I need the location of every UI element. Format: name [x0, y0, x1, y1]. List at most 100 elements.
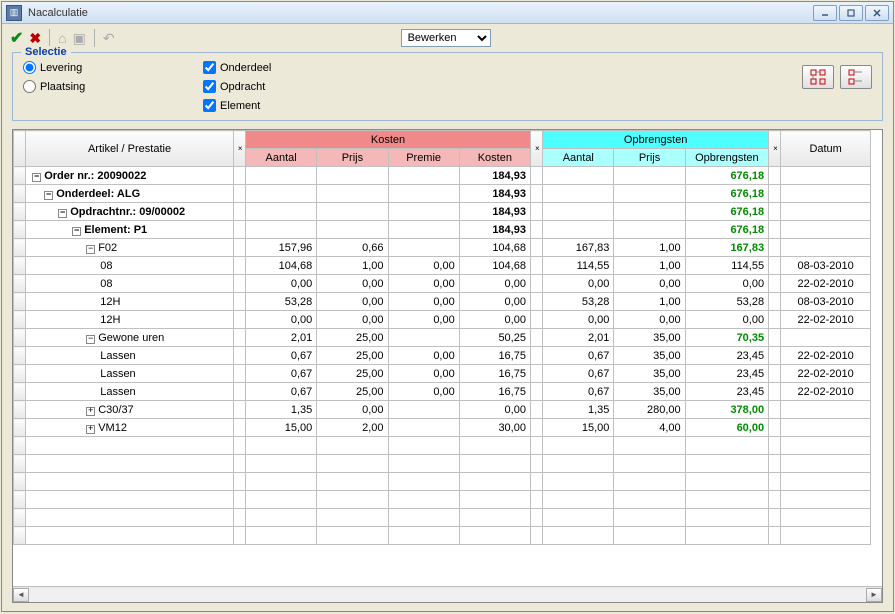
cell-k-kosten[interactable]: 184,93 — [459, 167, 530, 185]
radio-levering[interactable]: Levering — [23, 61, 203, 74]
cell-datum[interactable]: 22-02-2010 — [781, 275, 871, 293]
scroll-right-button[interactable]: ► — [866, 588, 882, 602]
cell-k-prijs[interactable]: 0,00 — [317, 275, 388, 293]
cell-o-opbr[interactable]: 114,55 — [685, 257, 768, 275]
table-row[interactable] — [14, 527, 871, 545]
cell-k-premie[interactable] — [388, 221, 459, 239]
cell-k-kosten[interactable]: 104,68 — [459, 239, 530, 257]
horizontal-scrollbar[interactable]: ◄ ► — [13, 586, 882, 602]
table-row[interactable]: 080,000,000,000,000,000,000,0022-02-2010 — [14, 275, 871, 293]
col-k-premie[interactable]: Premie — [388, 149, 459, 167]
cell-artikel[interactable]: 12H — [26, 311, 234, 329]
table-row[interactable]: Lassen0,6725,000,0016,750,6735,0023,4522… — [14, 365, 871, 383]
cell-k-aantal[interactable]: 0,67 — [246, 347, 317, 365]
cell-k-kosten[interactable]: 184,93 — [459, 221, 530, 239]
cell-o-prijs[interactable]: 35,00 — [614, 383, 685, 401]
cell-o-aantal[interactable] — [543, 185, 614, 203]
row-indicator[interactable] — [14, 401, 26, 419]
cell-o-prijs[interactable] — [614, 167, 685, 185]
col-collapse-3[interactable]: × — [769, 131, 781, 167]
radio-plaatsing[interactable]: Plaatsing — [23, 80, 203, 93]
cell-k-aantal[interactable]: 0,00 — [246, 275, 317, 293]
table-row[interactable]: −Opdrachtnr.: 09/00002184,93676,18 — [14, 203, 871, 221]
cell-k-kosten[interactable]: 16,75 — [459, 347, 530, 365]
grid[interactable]: Artikel / Prestatie × Kosten × Opbrengst… — [12, 129, 883, 603]
col-o-opbr[interactable]: Opbrengsten — [685, 149, 768, 167]
tree-toggle-icon[interactable]: − — [58, 209, 67, 218]
row-indicator[interactable] — [14, 347, 26, 365]
cell-o-opbr[interactable]: 0,00 — [685, 311, 768, 329]
cell-k-prijs[interactable] — [317, 185, 388, 203]
tree-toggle-icon[interactable]: − — [86, 335, 95, 344]
cell-o-prijs[interactable]: 280,00 — [614, 401, 685, 419]
table-row[interactable]: Lassen0,6725,000,0016,750,6735,0023,4522… — [14, 347, 871, 365]
cell-o-opbr[interactable]: 167,83 — [685, 239, 768, 257]
cell-artikel[interactable]: Lassen — [26, 383, 234, 401]
table-row[interactable] — [14, 437, 871, 455]
row-indicator[interactable] — [14, 239, 26, 257]
cell-k-prijs[interactable] — [317, 167, 388, 185]
cell-k-kosten[interactable]: 0,00 — [459, 275, 530, 293]
cell-o-aantal[interactable]: 1,35 — [543, 401, 614, 419]
tree-toggle-icon[interactable]: + — [86, 407, 95, 416]
col-collapse-2[interactable]: × — [530, 131, 542, 167]
row-indicator[interactable] — [14, 365, 26, 383]
cell-artikel[interactable]: 12H — [26, 293, 234, 311]
cell-k-prijs[interactable]: 0,66 — [317, 239, 388, 257]
table-row[interactable]: −Order nr.: 20090022184,93676,18 — [14, 167, 871, 185]
cell-k-premie[interactable] — [388, 185, 459, 203]
cell-o-aantal[interactable]: 0,67 — [543, 383, 614, 401]
cell-k-aantal[interactable]: 15,00 — [246, 419, 317, 437]
cell-k-premie[interactable] — [388, 419, 459, 437]
cell-k-aantal[interactable]: 1,35 — [246, 401, 317, 419]
cell-o-aantal[interactable]: 167,83 — [543, 239, 614, 257]
table-row[interactable]: −F02157,960,66104,68167,831,00167,83 — [14, 239, 871, 257]
cell-o-prijs[interactable]: 35,00 — [614, 329, 685, 347]
table-row[interactable]: +VM1215,002,0030,0015,004,0060,00 — [14, 419, 871, 437]
cell-k-prijs[interactable]: 25,00 — [317, 383, 388, 401]
cell-artikel[interactable]: −F02 — [26, 239, 234, 257]
table-row[interactable]: 08104,681,000,00104,68114,551,00114,5508… — [14, 257, 871, 275]
cell-k-kosten[interactable]: 16,75 — [459, 365, 530, 383]
cell-o-aantal[interactable] — [543, 167, 614, 185]
cell-k-aantal[interactable]: 53,28 — [246, 293, 317, 311]
cell-o-opbr[interactable]: 676,18 — [685, 185, 768, 203]
tree-toggle-icon[interactable]: − — [32, 173, 41, 182]
col-k-kosten[interactable]: Kosten — [459, 149, 530, 167]
cell-o-aantal[interactable]: 0,00 — [543, 275, 614, 293]
cell-o-aantal[interactable]: 0,00 — [543, 311, 614, 329]
cell-k-prijs[interactable]: 25,00 — [317, 329, 388, 347]
cell-k-premie[interactable]: 0,00 — [388, 365, 459, 383]
cell-datum[interactable]: 22-02-2010 — [781, 383, 871, 401]
cell-o-aantal[interactable] — [543, 221, 614, 239]
cell-o-opbr[interactable]: 378,00 — [685, 401, 768, 419]
cell-k-premie[interactable]: 0,00 — [388, 293, 459, 311]
row-indicator[interactable] — [14, 419, 26, 437]
cell-o-opbr[interactable]: 0,00 — [685, 275, 768, 293]
cell-k-kosten[interactable]: 30,00 — [459, 419, 530, 437]
cell-k-aantal[interactable]: 0,67 — [246, 383, 317, 401]
cell-o-opbr[interactable]: 60,00 — [685, 419, 768, 437]
col-collapse-1[interactable]: × — [233, 131, 245, 167]
cell-k-prijs[interactable] — [317, 221, 388, 239]
tree-toggle-icon[interactable]: − — [86, 245, 95, 254]
cell-k-prijs[interactable]: 25,00 — [317, 365, 388, 383]
cell-datum[interactable] — [781, 203, 871, 221]
table-row[interactable]: +C30/371,350,000,001,35280,00378,00 — [14, 401, 871, 419]
table-row[interactable]: 12H0,000,000,000,000,000,000,0022-02-201… — [14, 311, 871, 329]
cell-o-prijs[interactable]: 1,00 — [614, 257, 685, 275]
cell-k-kosten[interactable]: 104,68 — [459, 257, 530, 275]
cell-datum[interactable] — [781, 221, 871, 239]
cell-o-aantal[interactable]: 2,01 — [543, 329, 614, 347]
cell-o-prijs[interactable] — [614, 185, 685, 203]
cell-o-opbr[interactable]: 676,18 — [685, 167, 768, 185]
cell-artikel[interactable]: −Onderdeel: ALG — [26, 185, 234, 203]
cell-k-kosten[interactable]: 0,00 — [459, 293, 530, 311]
cell-k-kosten[interactable]: 184,93 — [459, 203, 530, 221]
titlebar[interactable]: ▥ Nacalculatie — [2, 2, 893, 24]
cell-k-premie[interactable]: 0,00 — [388, 383, 459, 401]
cell-datum[interactable]: 08-03-2010 — [781, 293, 871, 311]
cell-k-aantal[interactable] — [246, 203, 317, 221]
tree-toggle-icon[interactable]: − — [44, 191, 53, 200]
cell-o-prijs[interactable]: 1,00 — [614, 239, 685, 257]
